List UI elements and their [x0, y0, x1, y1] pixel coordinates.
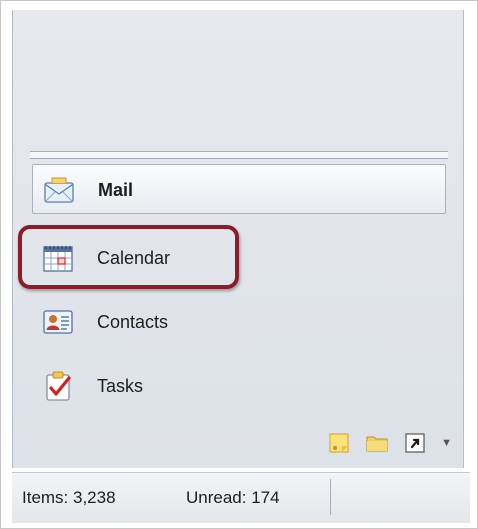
nav-item-label: Contacts [97, 312, 169, 332]
nav-item-tasks[interactable]: Tasks [32, 361, 446, 411]
tasks-clipboard-icon [46, 371, 71, 401]
configure-buttons-chevron-icon[interactable]: ▼ [441, 437, 452, 449]
nav-item-mail[interactable]: Mail [32, 164, 446, 214]
notes-icon[interactable] [327, 431, 351, 455]
folder-list-icon[interactable] [365, 431, 389, 455]
status-bar: Items: 3,238 Unread: 174 [12, 472, 470, 523]
navigation-pane-splitter[interactable] [30, 151, 448, 159]
contacts-card-icon [43, 310, 73, 334]
nav-item-label: Mail [98, 180, 134, 200]
nav-item-contacts[interactable]: Contacts [32, 297, 446, 347]
nav-item-label: Tasks [97, 376, 144, 396]
status-items-count: Items: 3,238 [22, 488, 116, 507]
navigation-mini-bar: ▼ [327, 430, 452, 456]
calendar-highlight-annotation [18, 225, 239, 289]
status-bar-divider [330, 479, 331, 515]
status-unread-count: Unread: 174 [186, 488, 280, 507]
mail-envelope-icon [44, 177, 74, 203]
shortcuts-icon[interactable] [403, 431, 427, 455]
